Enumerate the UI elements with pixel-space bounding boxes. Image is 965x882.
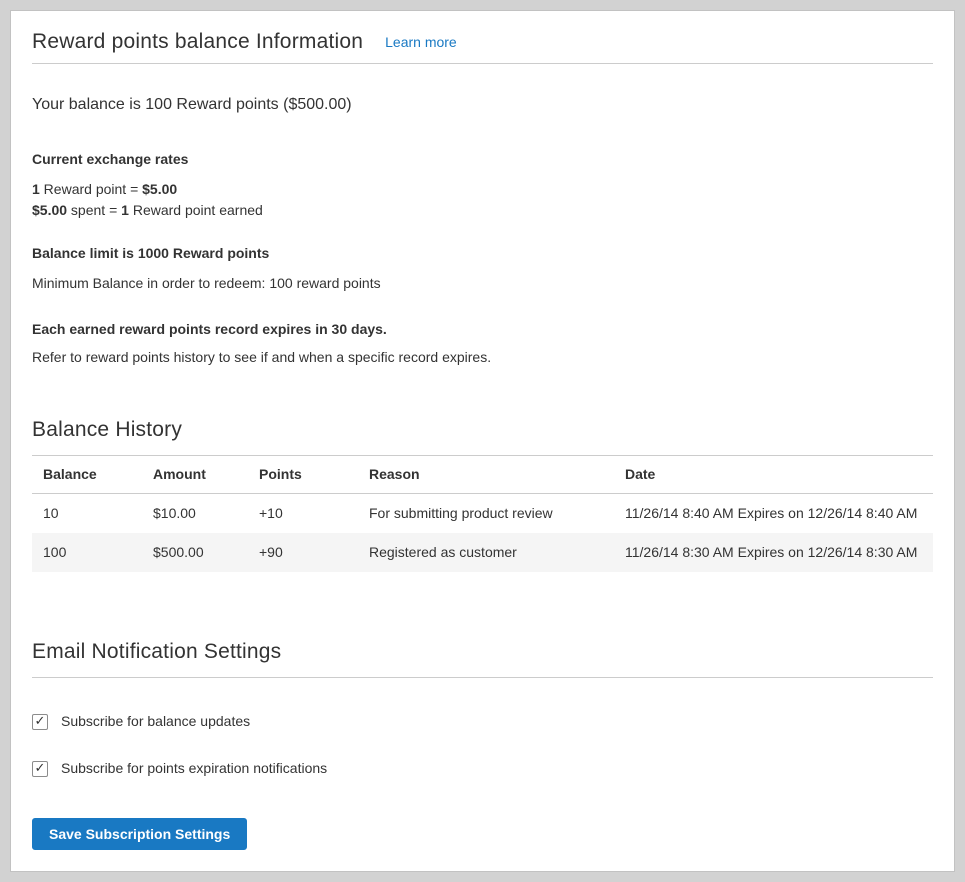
exchange-rates-lines: 1 Reward point = $5.00 $5.00 spent = 1 R… [32, 179, 933, 221]
cell-date: 11/26/14 8:30 AM Expires on 12/26/14 8:3… [614, 533, 933, 572]
column-header-reason: Reason [358, 456, 614, 494]
learn-more-link[interactable]: Learn more [385, 34, 457, 50]
page-title: Reward points balance Information [32, 27, 363, 56]
exchange-rate-line-2: $5.00 spent = 1 Reward point earned [32, 200, 933, 221]
check-icon: ✓ [35, 712, 46, 729]
check-icon: ✓ [35, 759, 46, 776]
checkbox-label[interactable]: Subscribe for points expiration notifica… [61, 760, 327, 777]
checkbox-label[interactable]: Subscribe for balance updates [61, 713, 250, 730]
points-expiration-option: ✓ Subscribe for points expiration notifi… [32, 760, 933, 777]
balance-limit-heading: Balance limit is 1000 Reward points [32, 243, 933, 263]
exchange-rates-heading: Current exchange rates [32, 149, 933, 169]
balance-updates-checkbox[interactable]: ✓ [32, 714, 48, 730]
email-notification-section: Email Notification Settings ✓ Subscribe … [32, 637, 933, 850]
cell-balance: 100 [32, 533, 142, 572]
expiry-note: Refer to reward points history to see if… [32, 347, 933, 367]
rate-text: Reward point earned [129, 202, 263, 218]
points-expiration-checkbox[interactable]: ✓ [32, 761, 48, 777]
balance-summary: Your balance is 100 Reward points ($500.… [32, 94, 933, 116]
cell-amount: $500.00 [142, 533, 248, 572]
save-subscription-settings-button[interactable]: Save Subscription Settings [32, 818, 247, 850]
email-settings-heading: Email Notification Settings [32, 637, 933, 678]
cell-reason: For submitting product review [358, 494, 614, 534]
rate-money-value: $5.00 [32, 202, 67, 218]
rate-points-value: 1 [121, 202, 129, 218]
table-row: 10 $10.00 +10 For submitting product rev… [32, 494, 933, 534]
rate-text: spent = [67, 202, 121, 218]
column-header-points: Points [248, 456, 358, 494]
rate-points-value: 1 [32, 181, 40, 197]
cell-reason: Registered as customer [358, 533, 614, 572]
cell-amount: $10.00 [142, 494, 248, 534]
column-header-date: Date [614, 456, 933, 494]
table-row: 100 $500.00 +90 Registered as customer 1… [32, 533, 933, 572]
page-header: Reward points balance Information Learn … [32, 11, 933, 64]
cell-points: +90 [248, 533, 358, 572]
rate-text: Reward point = [40, 181, 142, 197]
cell-points: +10 [248, 494, 358, 534]
cell-date: 11/26/14 8:40 AM Expires on 12/26/14 8:4… [614, 494, 933, 534]
balance-history-heading: Balance History [32, 415, 933, 456]
column-header-amount: Amount [142, 456, 248, 494]
exchange-rate-line-1: 1 Reward point = $5.00 [32, 179, 933, 200]
minimum-balance-note: Minimum Balance in order to redeem: 100 … [32, 273, 933, 293]
cell-balance: 10 [32, 494, 142, 534]
expiry-heading: Each earned reward points record expires… [32, 319, 933, 339]
reward-points-card: Reward points balance Information Learn … [10, 10, 955, 872]
balance-updates-option: ✓ Subscribe for balance updates [32, 713, 933, 730]
balance-history-section: Balance History Balance Amount Points Re… [32, 415, 933, 572]
rate-money-value: $5.00 [142, 181, 177, 197]
column-header-balance: Balance [32, 456, 142, 494]
table-header-row: Balance Amount Points Reason Date [32, 456, 933, 494]
balance-history-table: Balance Amount Points Reason Date 10 $10… [32, 456, 933, 572]
